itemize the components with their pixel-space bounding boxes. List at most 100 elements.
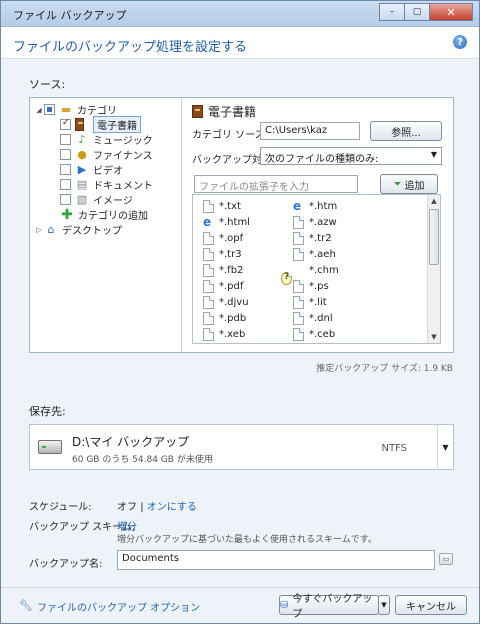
file-icon <box>203 199 214 213</box>
backup-now-label: 今すぐバックアップ <box>292 594 373 620</box>
chevron-down-icon: ▼ <box>381 601 387 609</box>
tree-item-finance[interactable]: ● ファイナンス <box>60 147 153 162</box>
maximize-button[interactable]: ▢ <box>404 3 430 21</box>
file-type-label: *.pdf <box>219 280 244 292</box>
expand-icon[interactable]: ▷ <box>34 226 44 234</box>
file-type-label: *.html <box>219 216 250 228</box>
list-item[interactable]: *.pdb <box>203 310 246 326</box>
list-item[interactable]: *.tr2 <box>293 230 332 246</box>
collapse-icon[interactable]: ◢ <box>34 106 44 114</box>
file-backup-window: ファイル バックアップ – ▢ ✕ ファイルのバックアップ処理を設定する ? ソ… <box>0 0 480 624</box>
title-bar[interactable]: ファイル バックアップ – ▢ ✕ <box>1 1 479 27</box>
backup-now-button[interactable]: ⛁ 今すぐバックアップ <box>279 594 379 620</box>
dialog-header: ファイルのバックアップ処理を設定する ? <box>1 27 479 59</box>
backup-target-value: 次のファイルの種類のみ: <box>265 154 379 165</box>
tree-label: デスクトップ <box>62 226 122 237</box>
list-item[interactable]: e *.htm <box>293 198 337 214</box>
image-icon: ▧ <box>76 193 88 206</box>
chevron-down-icon: ▼ <box>430 150 437 159</box>
list-item[interactable]: *.pdf <box>203 278 243 294</box>
destination-selector[interactable]: D:\マイ バックアップ 60 GB のうち 54.84 GB が未使用 NTF… <box>29 424 454 470</box>
schedule-value-row: オフ | オンにする <box>117 498 197 513</box>
list-item[interactable]: e *.html <box>203 214 250 230</box>
extension-input[interactable]: ファイルの拡張子を入力 <box>194 175 358 193</box>
file-type-label: *.ceb <box>309 328 336 340</box>
chevron-down-icon[interactable]: ▼ <box>437 425 453 469</box>
list-item[interactable]: *.xeb <box>203 326 245 342</box>
tree-item-music[interactable]: ♪ ミュージック <box>60 132 153 147</box>
list-item[interactable]: *.ceb <box>293 326 335 342</box>
help-icon[interactable]: ? <box>453 35 467 49</box>
tree-item-ebooks[interactable]: 電子書籍 <box>60 116 141 133</box>
video-play-icon: ▶ <box>77 163 87 176</box>
window-title: ファイル バックアップ <box>13 9 127 22</box>
funnel-icon: ⏷ <box>393 178 402 190</box>
list-item[interactable]: *.fb2 <box>203 262 243 278</box>
ie-icon: e <box>203 215 214 229</box>
list-item[interactable]: *.azw <box>293 214 337 230</box>
close-button[interactable]: ✕ <box>429 3 473 21</box>
file-icon <box>293 215 304 229</box>
tree-item-video[interactable]: ▶ ビデオ <box>60 162 123 177</box>
tree-item-images[interactable]: ▧ イメージ <box>60 192 133 207</box>
schedule-value: オフ <box>117 502 137 513</box>
help-file-icon <box>281 271 292 285</box>
list-item[interactable]: *.djvu <box>203 294 249 310</box>
tree-label: ビデオ <box>93 166 123 177</box>
list-item[interactable]: *.dnl <box>293 310 333 326</box>
file-list-scrollbar[interactable]: ▲ ▼ <box>427 195 440 343</box>
file-type-label: *.chm <box>309 264 339 276</box>
minimize-button[interactable]: – <box>379 3 405 21</box>
backup-now-dropdown[interactable]: ▼ <box>378 595 390 615</box>
ebooks-checkbox[interactable] <box>60 118 71 130</box>
list-item[interactable]: *.ps <box>293 278 329 294</box>
documents-checkbox[interactable] <box>60 179 71 190</box>
scrollbar-thumb[interactable] <box>429 209 439 265</box>
tree-label: イメージ <box>93 196 133 207</box>
categories-checkbox[interactable] <box>44 104 55 115</box>
wrench-icon: 🔧︎ <box>19 599 33 612</box>
music-note-icon: ♪ <box>78 133 86 146</box>
scroll-down-icon[interactable]: ▼ <box>428 331 440 343</box>
finance-checkbox[interactable] <box>60 149 71 160</box>
tree-item-documents[interactable]: ▤ ドキュメント <box>60 177 153 192</box>
cancel-button[interactable]: キャンセル <box>395 595 467 615</box>
browse-button[interactable]: 参照... <box>370 121 442 141</box>
backup-target-select[interactable]: 次のファイルの種類のみ: ▼ <box>260 147 442 165</box>
backup-name-field[interactable]: Documents <box>117 550 435 570</box>
images-checkbox[interactable] <box>60 194 71 205</box>
list-item[interactable]: *.tr3 <box>203 246 242 262</box>
file-icon <box>203 247 214 261</box>
list-item[interactable]: *.txt <box>203 198 241 214</box>
tree-label: 電子書籍 <box>93 116 141 133</box>
music-checkbox[interactable] <box>60 134 71 145</box>
file-type-label: *.htm <box>309 200 338 212</box>
list-item[interactable]: *.opf <box>203 230 243 246</box>
video-checkbox[interactable] <box>60 164 71 175</box>
enable-schedule-link[interactable]: オンにする <box>147 502 197 513</box>
document-icon: ▤ <box>76 178 88 191</box>
add-button-label: 追加 <box>404 180 425 192</box>
category-detail-pane: 電子書籍 カテゴリ ソース: C:\Users\kaz 参照... バックアップ… <box>182 98 453 352</box>
list-item[interactable]: *.aeh <box>293 246 336 262</box>
destination-label: 保存先: <box>29 405 66 418</box>
add-extension-button[interactable]: ⏷ 追加 <box>380 174 438 194</box>
destination-name: D:\マイ バックアップ <box>72 435 190 449</box>
schedule-separator: | <box>140 502 144 513</box>
category-source-field[interactable]: C:\Users\kaz <box>260 122 360 140</box>
comment-icon[interactable]: ▭ <box>439 553 453 565</box>
tree-node-desktop[interactable]: ▷ ⌂ デスクトップ <box>34 222 122 237</box>
file-type-label: *.xeb <box>219 328 246 340</box>
scheme-link[interactable]: 増分 <box>117 518 137 533</box>
backup-disk-icon: ⛁ <box>280 599 289 611</box>
backup-options-link[interactable]: ファイルのバックアップ オプション <box>37 599 200 614</box>
list-item[interactable]: *.lit <box>293 294 327 310</box>
list-item[interactable]: *.chm <box>281 262 339 285</box>
category-title: 電子書籍 <box>192 103 256 120</box>
estimated-size: 推定バックアップ サイズ: 1.9 KB <box>316 364 453 374</box>
add-category-item[interactable]: ✚ カテゴリの追加 <box>60 207 148 223</box>
scroll-up-icon[interactable]: ▲ <box>428 195 440 207</box>
file-icon <box>293 247 304 261</box>
tree-node-categories[interactable]: ◢ ▬ カテゴリ <box>34 102 117 117</box>
window-controls: – ▢ ✕ <box>379 3 473 21</box>
